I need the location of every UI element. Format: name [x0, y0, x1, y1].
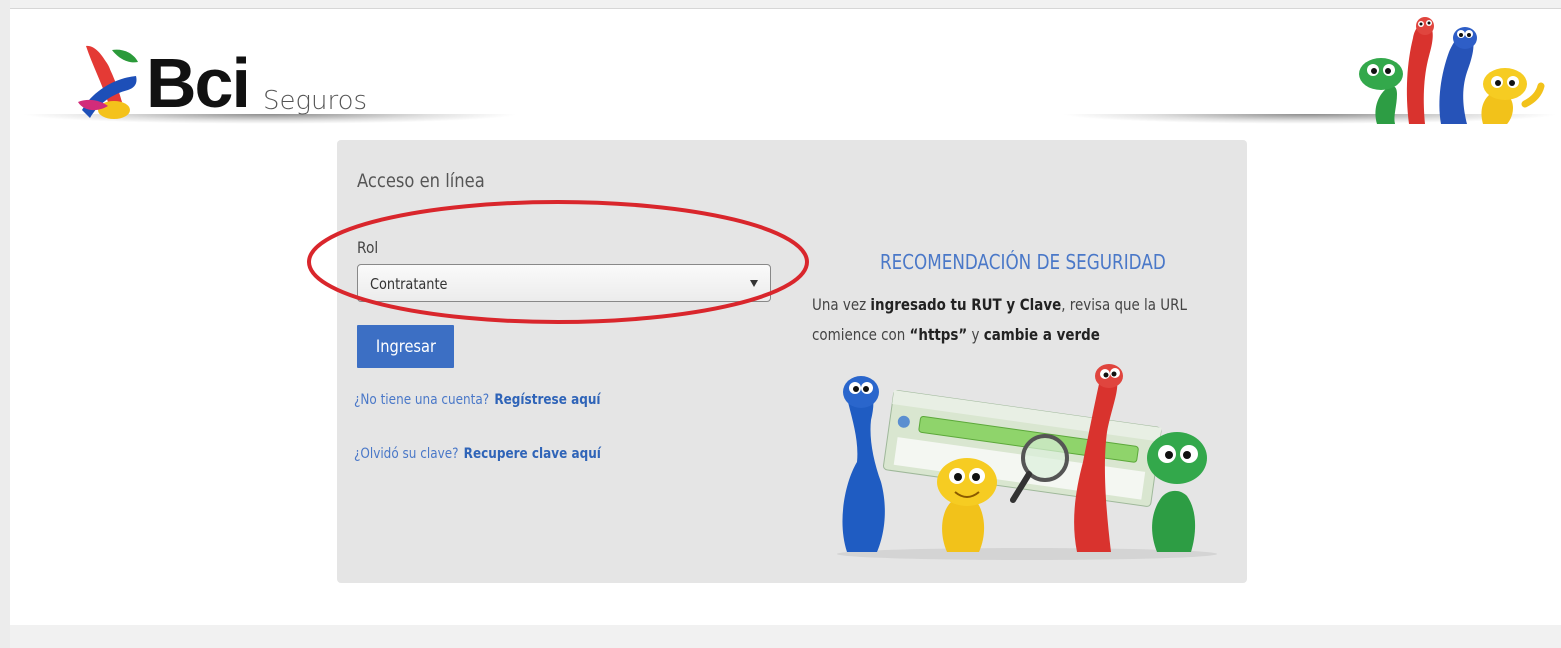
security-text-3: y — [967, 325, 984, 344]
login-title: Acceso en línea — [357, 170, 485, 192]
recover-password-link[interactable]: Recupere clave aquí — [464, 446, 601, 462]
register-link[interactable]: Regístrese aquí — [494, 392, 600, 408]
ingresar-button[interactable]: Ingresar — [357, 325, 454, 368]
register-row: ¿No tiene una cuenta? Regístrese aquí — [354, 392, 601, 408]
mascots-header-illustration — [1337, 12, 1547, 125]
brand-subtitle: Seguros — [262, 86, 368, 116]
security-illustration — [827, 362, 1227, 562]
role-select-value: Contratante — [370, 275, 448, 293]
security-text-1: Una vez — [812, 295, 871, 314]
role-label: Rol — [357, 238, 379, 257]
role-select[interactable]: Contratante — [357, 264, 771, 302]
chevron-down-icon — [750, 280, 758, 287]
brand-name: Bci — [146, 44, 251, 122]
security-text-bold-3: cambie a verde — [983, 325, 1100, 344]
security-text: Una vez ingresado tu RUT y Clave, revisa… — [812, 290, 1198, 350]
login-panel: Acceso en línea Rol Contratante Ingresar… — [337, 140, 1247, 583]
security-text-bold-1: ingresado tu RUT y Clave — [870, 295, 1062, 314]
recover-question: ¿Olvidó su clave? — [354, 446, 459, 462]
bci-logo[interactable]: Bci Seguros — [72, 36, 367, 122]
ingresar-button-label: Ingresar — [375, 336, 436, 357]
security-title: RECOMENDACIÓN DE SEGURIDAD — [880, 250, 1166, 274]
security-text-bold-2: “https” — [909, 325, 968, 344]
bci-logo-mark-icon — [72, 40, 144, 122]
register-question: ¿No tiene una cuenta? — [354, 392, 490, 408]
left-strip — [0, 0, 10, 648]
recover-row: ¿Olvidó su clave? Recupere clave aquí — [354, 446, 601, 462]
